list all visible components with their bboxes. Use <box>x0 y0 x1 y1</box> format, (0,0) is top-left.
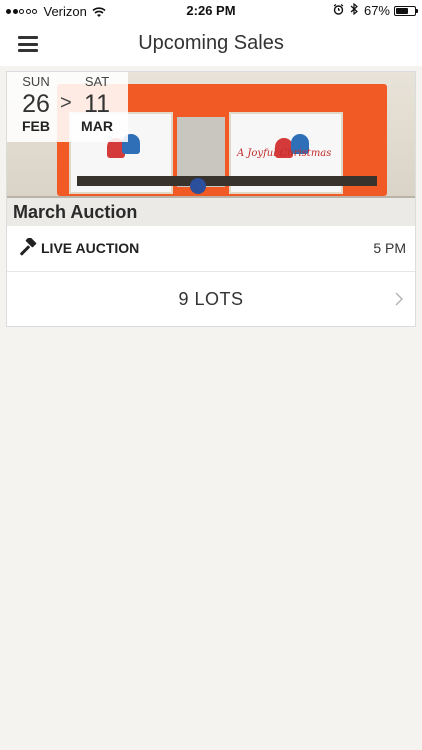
end-month: MAR <box>81 118 113 134</box>
chevron-right-icon <box>395 292 404 306</box>
start-day: 26 <box>22 90 50 118</box>
bluetooth-icon <box>350 2 358 18</box>
start-month: FEB <box>22 118 50 134</box>
status-right: 67% <box>333 2 418 18</box>
sale-meta: LIVE AUCTION 5 PM <box>7 226 415 272</box>
image-script-text: A Joyful Christmas <box>237 148 332 159</box>
date-separator: > <box>60 92 72 114</box>
lots-button[interactable]: 9 LOTS <box>7 272 415 326</box>
gavel-icon <box>18 236 38 258</box>
end-day: 11 <box>84 90 110 118</box>
page-title: Upcoming Sales <box>138 32 284 54</box>
alarm-clock-icon <box>333 3 344 18</box>
battery-fill <box>396 7 409 14</box>
railcar-underframe <box>77 176 377 186</box>
status-bar: Verizon 2:26 PM 67% <box>0 0 422 22</box>
battery-percent: 67% <box>363 3 390 18</box>
battery-tip <box>416 8 418 13</box>
start-day-of-week: SUN <box>22 74 50 89</box>
lots-count: 9 LOTS <box>178 289 244 309</box>
lionel-logo <box>190 178 206 194</box>
sale-title-bar: March Auction <box>7 198 415 226</box>
sale-image[interactable]: A Joyful Christmas SUN 26 FEB > SAT 11 M… <box>7 72 415 226</box>
start-date: SUN 26 FEB <box>14 74 58 135</box>
sale-time: 5 PM <box>373 240 406 256</box>
sale-card[interactable]: A Joyful Christmas SUN 26 FEB > SAT 11 M… <box>6 71 416 327</box>
end-day-of-week: SAT <box>84 74 110 89</box>
nav-bar: Upcoming Sales <box>0 22 422 66</box>
sale-title: March Auction <box>13 202 138 222</box>
end-date: SAT 11 MAR <box>75 74 119 135</box>
date-range: SUN 26 FEB > SAT 11 MAR <box>7 72 128 142</box>
sale-type-label: LIVE AUCTION <box>41 240 140 256</box>
battery-icon <box>394 5 418 16</box>
